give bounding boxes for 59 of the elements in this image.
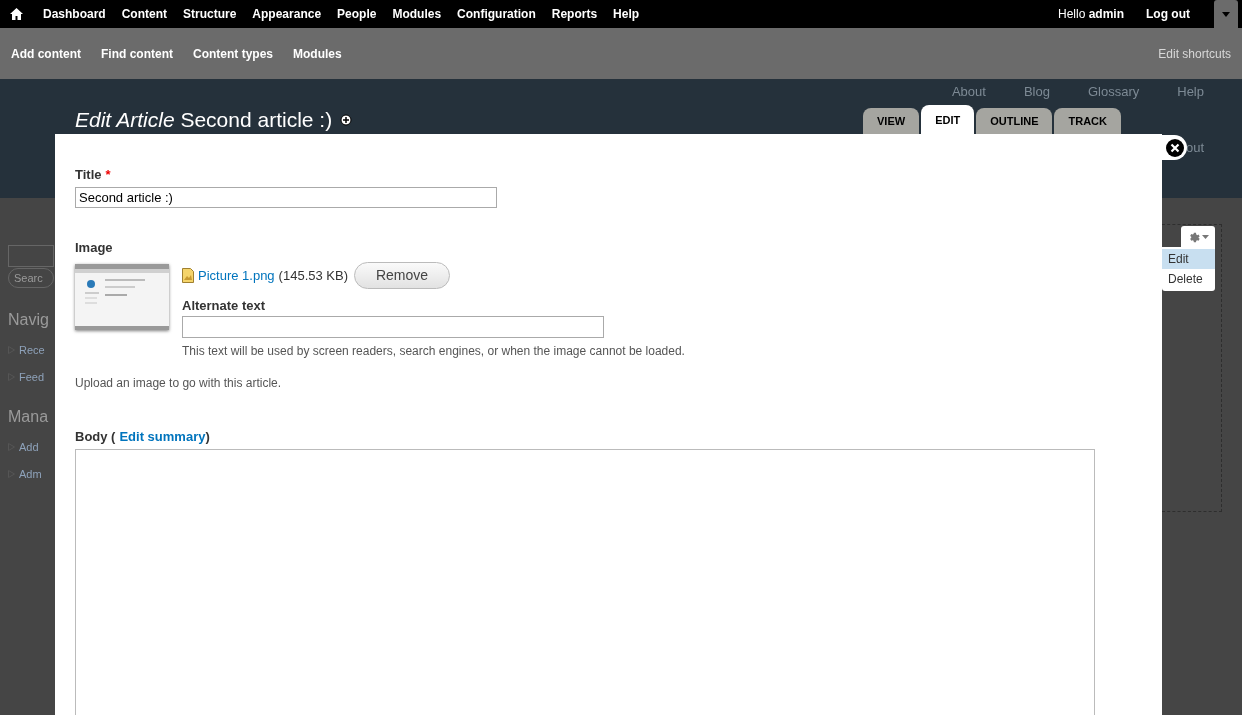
field-label: Title [75, 166, 102, 184]
body-field[interactable] [75, 448, 1095, 715]
tab[interactable]: OUTLINE [976, 108, 1053, 135]
block-link[interactable]: Feed [19, 368, 45, 385]
site-menu-link[interactable]: Blog [1023, 85, 1050, 98]
menu-item[interactable]: Edit [1162, 249, 1215, 269]
shortcut-link[interactable]: Content types [193, 44, 273, 63]
block-link[interactable]: Rece [19, 342, 45, 359]
caret-icon [1202, 234, 1209, 239]
caret-icon [1222, 11, 1230, 17]
tab[interactable]: EDIT [921, 105, 975, 135]
block-link[interactable]: Adm [19, 465, 42, 482]
add-icon[interactable] [340, 113, 353, 126]
home-icon[interactable] [10, 8, 23, 20]
toolbar-link[interactable]: People [329, 5, 385, 23]
tab[interactable]: TRACK [1054, 108, 1121, 135]
title-field[interactable]: Second article :) [75, 186, 497, 209]
toolbar-link[interactable]: Help [605, 5, 648, 23]
help-text: This text will be used by screen readers, search engines, or when the image cannot be loaded. [182, 343, 685, 361]
toolbar-link[interactable]: Appearance [244, 5, 330, 23]
shortcut-link[interactable]: Add content [11, 44, 81, 63]
field-label: Image [75, 239, 114, 258]
block-link[interactable]: Add [19, 439, 39, 456]
toolbar-link[interactable]: Reports [543, 5, 606, 23]
file-link[interactable]: Picture 1.png [198, 265, 275, 286]
field-label: Alternate text [182, 296, 267, 315]
field-label: Body ( [75, 428, 116, 447]
toolbar-link[interactable]: Modules [384, 5, 450, 23]
file-size: (145.53 KB) [278, 266, 348, 285]
toggle-button[interactable] [1214, 0, 1238, 28]
block-title: Navig [8, 310, 50, 330]
toolbar-link[interactable]: Dashboard [35, 5, 114, 23]
closing-paren: ) [205, 428, 210, 447]
required-mark: * [105, 166, 111, 184]
close-icon [1165, 138, 1184, 157]
close-button[interactable] [1162, 135, 1187, 160]
shortcut-link[interactable]: Modules [293, 44, 342, 63]
block-title: Mana [8, 407, 50, 427]
site-menu-link[interactable]: Glossary [1087, 85, 1140, 98]
remove-button[interactable]: Remove [354, 261, 450, 289]
edit-summary-link[interactable]: Edit summary [119, 427, 206, 447]
logout-link[interactable]: Log out [1146, 5, 1190, 23]
alt-text-field[interactable] [182, 316, 604, 339]
menu-item[interactable]: Delete [1162, 269, 1215, 289]
search-input[interactable] [8, 245, 54, 267]
site-menu-link[interactable]: Help [1177, 85, 1204, 98]
site-menu-link[interactable]: About [951, 85, 986, 98]
toolbar-link[interactable]: Configuration [449, 5, 544, 23]
help-text: Upload an image to go with this article. [75, 375, 283, 393]
gear-button[interactable] [1181, 226, 1215, 247]
edit-shortcuts-link[interactable]: Edit shortcuts [1158, 44, 1231, 63]
gear-icon [1187, 230, 1200, 243]
toolbar-link[interactable]: Content [113, 5, 175, 23]
toolbar-link[interactable]: Structure [175, 5, 245, 23]
shortcut-link[interactable]: Find content [101, 44, 173, 63]
tab[interactable]: VIEW [863, 108, 920, 135]
image-file-icon [182, 267, 194, 283]
greeting: Hello admin [1058, 6, 1124, 23]
page-title: Edit Article Second article :) [75, 107, 333, 133]
